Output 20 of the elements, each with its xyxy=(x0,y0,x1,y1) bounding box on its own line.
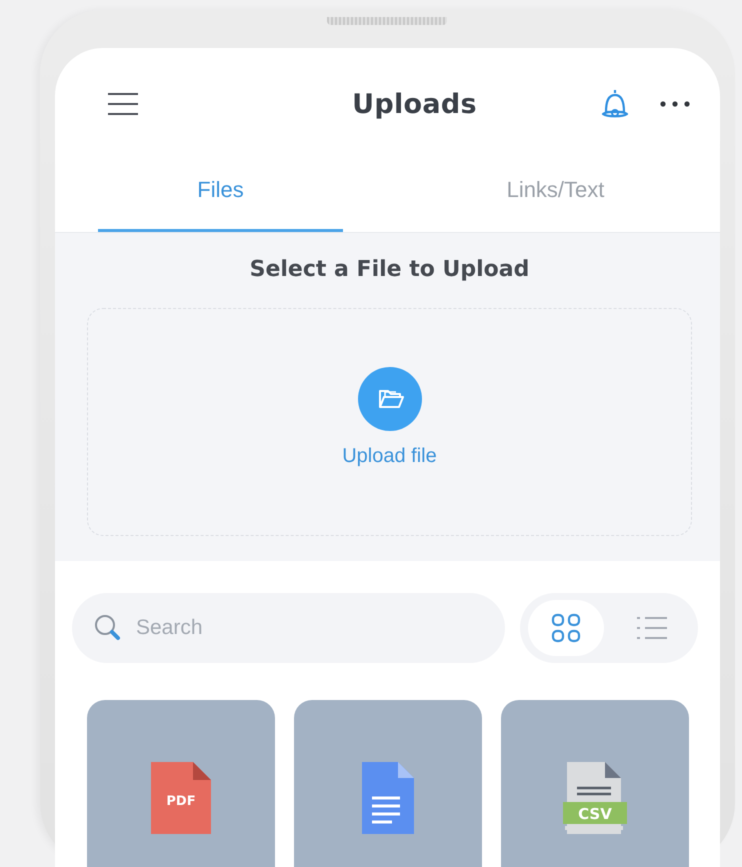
grid-icon xyxy=(551,613,581,643)
tab[interactable]: Links/Text xyxy=(433,160,678,232)
drop-zone[interactable]: Upload file xyxy=(87,308,692,536)
upload-link[interactable]: Upload file xyxy=(342,444,437,468)
search-icon xyxy=(94,614,122,642)
list-icon xyxy=(636,616,668,640)
grid-view-button[interactable] xyxy=(528,600,604,656)
file-card[interactable]: CSV xyxy=(501,700,689,867)
csv-file-icon xyxy=(563,762,627,834)
pdf-file-icon xyxy=(149,762,213,834)
section-title: Select a File to Upload xyxy=(248,257,530,282)
file-card[interactable]: PDF xyxy=(87,700,275,867)
more-icon[interactable] xyxy=(660,101,690,107)
file-type-label: CSV xyxy=(577,805,613,823)
screen-title: Uploads xyxy=(351,88,478,120)
search-field[interactable]: Search xyxy=(72,593,505,663)
menu-icon[interactable] xyxy=(107,92,139,116)
folder-icon[interactable] xyxy=(358,366,422,430)
bell-icon[interactable] xyxy=(600,88,630,120)
file-type-label: PDF xyxy=(165,794,197,809)
